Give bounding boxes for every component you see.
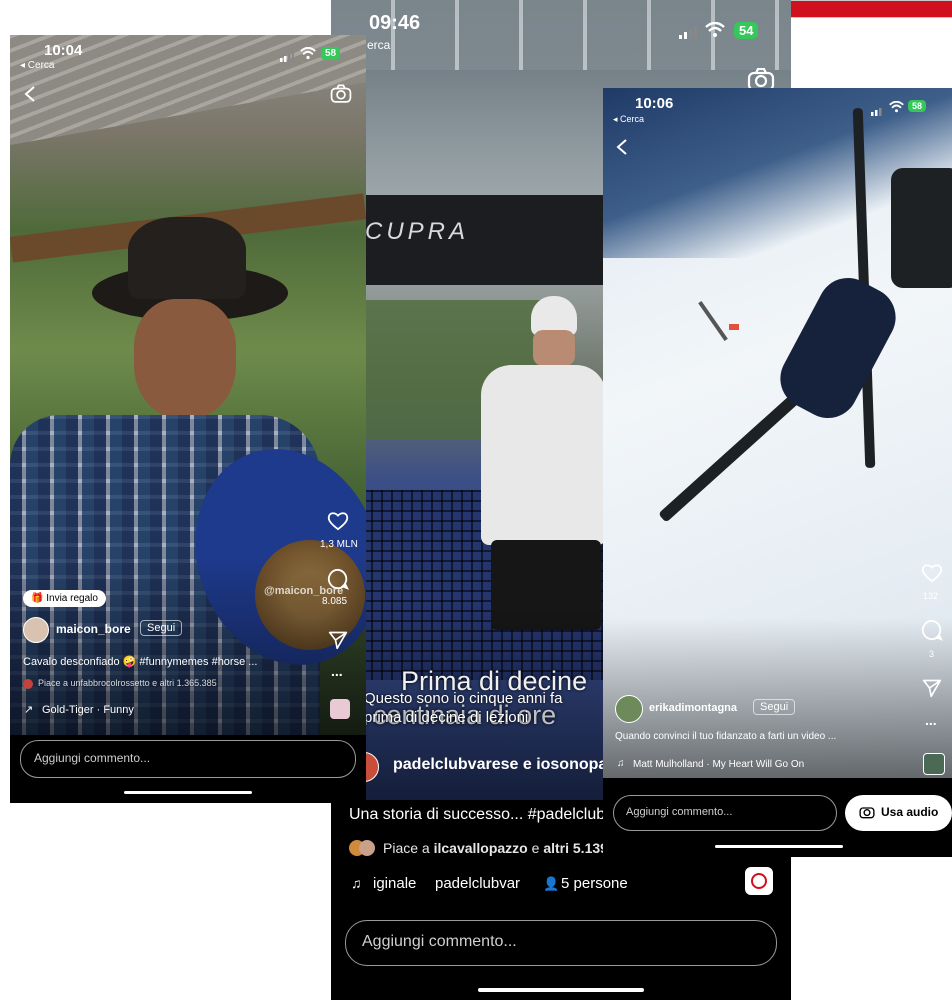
likes-rest[interactable]: altri 5.139 [543, 840, 608, 856]
status-time: 10:04 [44, 42, 83, 59]
back-icon[interactable] [24, 85, 36, 108]
signal-icon [679, 26, 697, 39]
likes-mid: e [527, 840, 544, 856]
phone-left: @maicon_bore 10:04 ◂ Cerca 58 1,3 MLN 8.… [10, 35, 366, 803]
cowboy-hat-crown [128, 217, 246, 299]
home-indicator [715, 845, 843, 848]
people-icon: 👤 [543, 876, 560, 891]
liker-avatars [349, 840, 379, 856]
back-icon[interactable] [616, 138, 628, 161]
post-caption[interactable]: Una storia di successo... #padelclub [349, 806, 605, 824]
status-time: 09:46 [369, 12, 421, 34]
signal-icon [280, 49, 294, 67]
comment-count: 3 [929, 649, 935, 659]
trending-arrow-icon: ↗ [24, 704, 34, 716]
liker-avatar [23, 679, 33, 689]
video-ski[interactable] [603, 88, 952, 778]
more-options[interactable]: ... [331, 663, 343, 679]
camera-small-icon [859, 805, 875, 824]
ice-axe [698, 301, 728, 341]
phone-right: 10:06 ◂ Cerca 58 132 3 ... erikadimontag… [603, 88, 952, 857]
like-count: 132 [923, 591, 939, 601]
gift-label: Invia regalo [46, 593, 98, 604]
comment-icon[interactable] [921, 619, 944, 646]
audio-track[interactable]: Gold-Tiger · Funny [42, 704, 134, 716]
music-note-icon: ♫ [351, 875, 362, 891]
post-caption[interactable]: Cavalo desconfiado 🤪 #funnymemes #horse … [23, 655, 257, 668]
username-label[interactable]: maicon_bore [56, 622, 131, 636]
ice-axe-head [729, 324, 739, 330]
skier-backpack [891, 168, 952, 288]
battery-indicator: 58 [908, 100, 927, 112]
use-audio-label: Usa audio [881, 805, 939, 819]
audio-thumbnail[interactable] [745, 867, 773, 895]
post-caption[interactable]: Quando convinci il tuo fidanzato a farti… [615, 731, 836, 742]
comment-placeholder: Aggiungi commento... [34, 751, 151, 765]
audio-original[interactable]: iginale [373, 875, 416, 892]
player-head [533, 330, 575, 366]
back-to-search[interactable]: ◂ Cerca [20, 60, 54, 71]
likes-line[interactable]: Piace a unfabbrocolrossetto e altri 1.36… [38, 678, 217, 688]
username-label[interactable]: erikadimontagna [649, 702, 737, 714]
home-indicator [124, 791, 252, 794]
heart-icon[interactable] [327, 511, 349, 536]
use-audio-button[interactable]: Usa audio [845, 795, 952, 831]
cupra-sign: CUPRA [365, 218, 470, 245]
like-count: 1,3 MLN [320, 539, 358, 550]
battery-indicator: 54 [734, 22, 759, 39]
face [134, 299, 236, 419]
more-options[interactable]: ... [925, 712, 937, 728]
follow-button[interactable]: Segui [753, 699, 796, 715]
share-icon[interactable] [922, 678, 942, 703]
comment-input[interactable]: Aggiungi commento... [20, 740, 356, 778]
battery-indicator: 58 [321, 47, 341, 60]
avatar[interactable] [615, 695, 643, 723]
comment-placeholder: Aggiungi commento... [362, 933, 517, 950]
share-icon[interactable] [328, 630, 348, 655]
heart-icon[interactable] [921, 563, 943, 588]
likes-user[interactable]: ilcavallopazzo [434, 840, 528, 856]
people-count[interactable]: 5 persone [561, 875, 628, 892]
status-time: 10:06 [635, 95, 674, 112]
comment-count: 8.085 [322, 596, 348, 607]
gift-icon: 🎁 [31, 593, 44, 604]
username-label[interactable]: padelclubvarese e iosonopao [393, 756, 617, 774]
wifi-icon [705, 21, 725, 43]
wifi-icon [300, 46, 316, 65]
likes-line[interactable]: Piace a ilcavallopazzo e altri 5.139 [383, 840, 608, 856]
follow-button[interactable]: Segui [140, 620, 183, 636]
audio-track[interactable]: Matt Mulholland · My Heart Will Go On [633, 759, 804, 770]
comment-input[interactable]: Aggiungi commento... [345, 920, 777, 966]
overlay-subtitle-1: Questo sono io cinque anni fa [364, 690, 563, 707]
camera-icon[interactable] [330, 84, 352, 109]
player-shirt [481, 365, 606, 545]
back-to-search[interactable]: erca [367, 38, 390, 52]
wifi-icon [889, 100, 904, 118]
comment-icon[interactable] [327, 568, 350, 595]
avatar[interactable] [23, 617, 49, 643]
home-indicator [478, 988, 644, 992]
audio-thumbnail[interactable] [923, 753, 945, 775]
signal-icon [871, 103, 884, 121]
ski-2 [658, 393, 800, 523]
send-gift-button[interactable]: 🎁 Invia regalo [23, 590, 106, 607]
audio-thumbnail[interactable] [330, 699, 350, 719]
audio-user[interactable]: padelclubvar [435, 875, 520, 892]
likes-prefix: Piace a [383, 840, 434, 856]
overlay-subtitle-2: prima di decine di lezioni [364, 709, 529, 726]
music-note-icon: ♫ [617, 758, 625, 769]
comment-input[interactable]: Aggiungi commento... [613, 795, 837, 831]
comment-placeholder: Aggiungi commento... [626, 806, 733, 818]
back-to-search[interactable]: ◂ Cerca [613, 114, 644, 125]
